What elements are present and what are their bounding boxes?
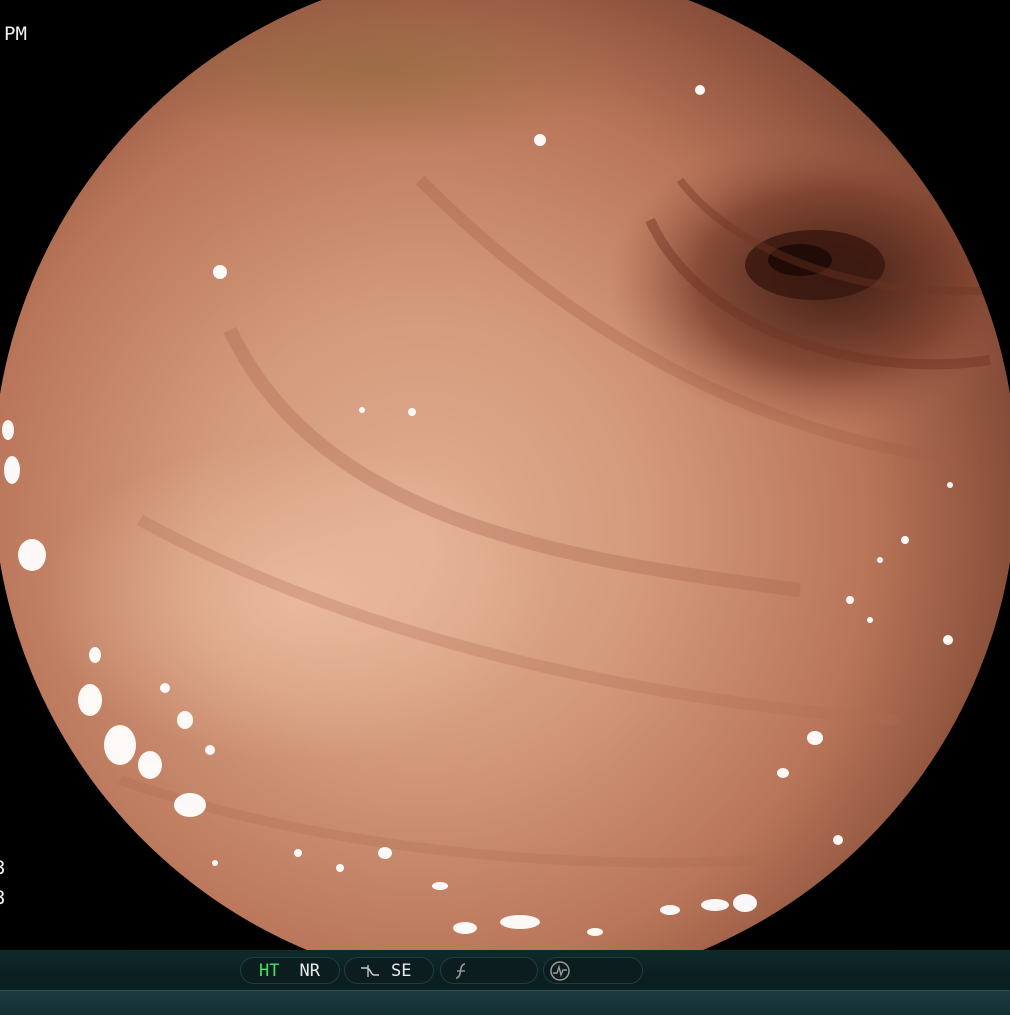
status-bar-lower-strip: [0, 990, 1010, 1015]
endoscopic-image: [0, 0, 1010, 950]
side-info-line-2: 3: [0, 887, 5, 909]
se-mode-label: SE: [391, 960, 412, 981]
freeze-indicator: [440, 957, 538, 984]
nr-mode-label: NR: [299, 960, 320, 981]
waveform-indicator: [543, 957, 643, 984]
enhancement-curve-icon: [359, 963, 381, 979]
ht-nr-indicator: HT NR: [240, 957, 340, 984]
side-info-line-1: 3: [0, 857, 5, 879]
freeze-icon: [453, 962, 471, 980]
ht-mode-label: HT: [259, 960, 280, 981]
clock-text: PM: [4, 23, 27, 45]
structure-enhancement-indicator: SE: [344, 957, 434, 984]
waveform-icon: [549, 960, 571, 982]
endoscope-viewport: PM 3 3: [0, 0, 1010, 950]
